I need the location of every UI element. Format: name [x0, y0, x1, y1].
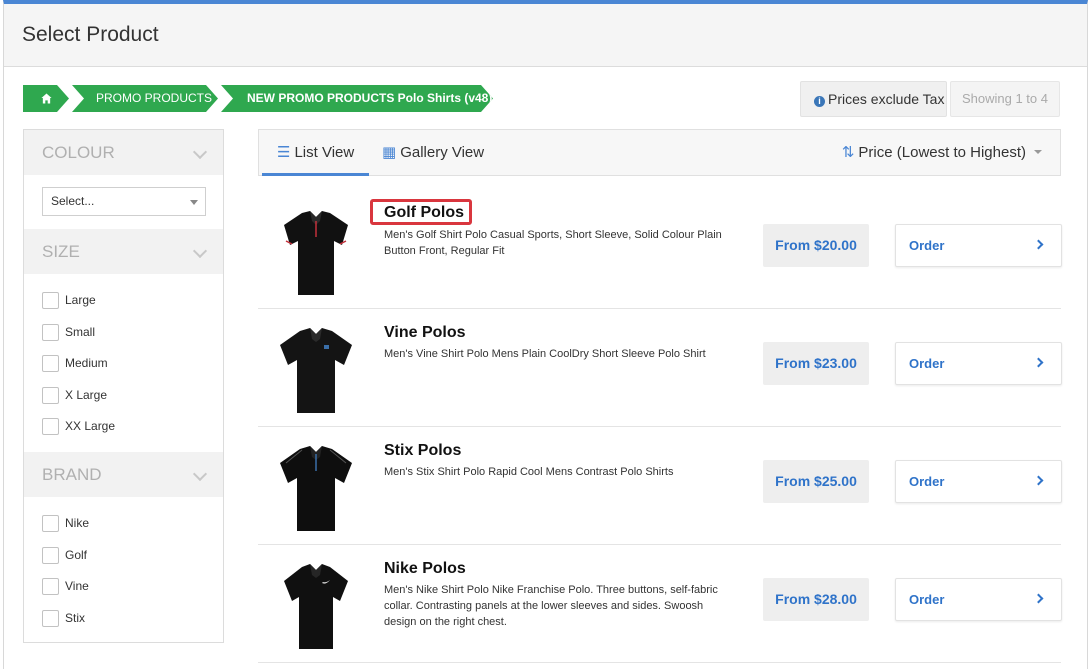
filter-sidebar: COLOUR Select... SIZE Large Small Medium…	[23, 129, 224, 643]
caret-down-icon	[190, 200, 198, 205]
chevron-down-icon	[192, 144, 208, 160]
breadcrumb-home[interactable]	[23, 85, 69, 112]
order-label: Order	[909, 356, 945, 371]
tab-list-view-label: List View	[294, 144, 355, 161]
product-row-golf: Golf Polos Men's Golf Shirt Polo Casual …	[258, 191, 1062, 309]
view-toolbar: ☰ List View ▦ Gallery View ⇅ Price (Lowest …	[258, 129, 1061, 176]
breadcrumb-promo-products[interactable]: PROMO PRODUCTS	[72, 85, 218, 112]
brand-option-stix[interactable]: Stix	[42, 608, 85, 628]
product-price: From $28.00	[763, 578, 869, 621]
product-name[interactable]: Vine Polos	[384, 324, 466, 342]
checkbox[interactable]	[42, 386, 59, 404]
polo-shirt-image	[280, 446, 352, 531]
chevron-down-icon	[192, 466, 208, 482]
polo-shirt-image	[284, 564, 348, 649]
brand-option-golf[interactable]: Golf	[42, 545, 87, 565]
tab-gallery-view[interactable]: ▦ Gallery View	[367, 130, 497, 176]
brand-option-label: Nike	[65, 516, 90, 530]
product-price: From $25.00	[763, 460, 869, 503]
product-row-nike: Nike Polos Men's Nike Shirt Polo Nike Fr…	[258, 545, 1062, 663]
polo-shirt-image	[280, 328, 352, 413]
product-description: Men's Nike Shirt Polo Nike Franchise Pol…	[384, 584, 718, 628]
filter-brand-header[interactable]: BRAND	[24, 452, 223, 497]
product-name[interactable]: Golf Polos	[370, 199, 472, 225]
list-icon: ☰	[277, 144, 291, 161]
chevron-right-icon	[1033, 593, 1044, 604]
prices-tax-button[interactable]: i Prices exclude Tax	[800, 81, 947, 117]
product-row-vine: Vine Polos Men's Vine Shirt Polo Mens Pl…	[258, 309, 1062, 427]
product-price: From $20.00	[763, 224, 869, 267]
size-option-x-large[interactable]: X Large	[42, 385, 107, 405]
brand-option-label: Vine	[65, 579, 89, 593]
product-name[interactable]: Stix Polos	[384, 442, 461, 460]
checkbox[interactable]	[42, 291, 59, 309]
order-button[interactable]: Order	[895, 224, 1062, 267]
tab-gallery-view-label: Gallery View	[400, 144, 485, 161]
prices-tax-label: Prices exclude Tax	[828, 91, 945, 107]
brand-option-vine[interactable]: Vine	[42, 576, 89, 596]
chevron-right-icon	[1033, 475, 1044, 486]
size-option-xx-large[interactable]: XX Large	[42, 416, 115, 436]
size-option-label: XX Large	[65, 419, 116, 433]
polo-shirt-image	[284, 211, 348, 295]
page-header: Select Product	[4, 4, 1087, 67]
brand-option-label: Stix	[65, 611, 86, 625]
tab-list-view[interactable]: ☰ List View	[262, 130, 369, 176]
size-option-label: Small	[65, 325, 96, 339]
product-description: Men's Vine Shirt Polo Mens Plain CoolDry…	[384, 348, 706, 360]
brand-option-nike[interactable]: Nike	[42, 513, 89, 533]
sort-label: Price (Lowest to Highest)	[858, 144, 1026, 161]
home-icon	[41, 93, 52, 104]
chevron-right-icon	[1033, 357, 1044, 368]
size-option-small[interactable]: Small	[42, 322, 95, 342]
size-option-label: Medium	[65, 356, 108, 370]
colour-select-value: Select...	[51, 194, 95, 208]
filter-colour-title: COLOUR	[42, 143, 115, 162]
showing-count: Showing 1 to 4	[950, 81, 1060, 117]
product-description: Men's Golf Shirt Polo Casual Sports, Sho…	[384, 229, 722, 257]
size-option-label: X Large	[65, 388, 108, 402]
breadcrumb-polo-shirts[interactable]: NEW PROMO PRODUCTS Polo Shirts (v48)	[221, 85, 493, 112]
filter-brand-title: BRAND	[42, 465, 102, 484]
size-option-label: Large	[65, 293, 96, 307]
checkbox[interactable]	[42, 354, 59, 372]
product-description: Men's Stix Shirt Polo Rapid Cool Mens Co…	[384, 466, 674, 478]
order-button[interactable]: Order	[895, 342, 1062, 385]
order-button[interactable]: Order	[895, 460, 1062, 503]
filter-colour-header[interactable]: COLOUR	[24, 130, 223, 175]
grid-icon: ▦	[382, 144, 397, 161]
checkbox[interactable]	[42, 546, 59, 564]
brand-option-label: Golf	[65, 548, 88, 562]
filter-size-title: SIZE	[42, 242, 80, 261]
product-row-stix: Stix Polos Men's Stix Shirt Polo Rapid C…	[258, 427, 1062, 545]
size-option-medium[interactable]: Medium	[42, 353, 108, 373]
info-icon: i	[814, 96, 825, 107]
chevron-down-icon	[192, 243, 208, 259]
sort-dropdown[interactable]: ⇅ Price (Lowest to Highest)	[842, 130, 1042, 176]
checkbox[interactable]	[42, 323, 59, 341]
product-name[interactable]: Nike Polos	[384, 560, 466, 578]
filter-size-header[interactable]: SIZE	[24, 229, 223, 274]
colour-select[interactable]: Select...	[42, 187, 206, 216]
checkbox[interactable]	[42, 417, 59, 435]
checkbox[interactable]	[42, 609, 59, 627]
order-button[interactable]: Order	[895, 578, 1062, 621]
order-label: Order	[909, 474, 945, 489]
caret-down-icon	[1034, 150, 1042, 154]
breadcrumb: PROMO PRODUCTS NEW PROMO PRODUCTS Polo S…	[23, 85, 496, 112]
chevron-right-icon	[1033, 239, 1044, 250]
order-label: Order	[909, 592, 945, 607]
size-option-large[interactable]: Large	[42, 290, 96, 310]
checkbox[interactable]	[42, 514, 59, 532]
checkbox[interactable]	[42, 577, 59, 595]
app-frame: Select Product PROMO PRODUCTS NEW PROMO …	[3, 0, 1088, 669]
product-price: From $23.00	[763, 342, 869, 385]
order-label: Order	[909, 238, 945, 253]
page-title: Select Product	[22, 23, 159, 46]
sort-ascending-icon: ⇅	[841, 144, 855, 161]
